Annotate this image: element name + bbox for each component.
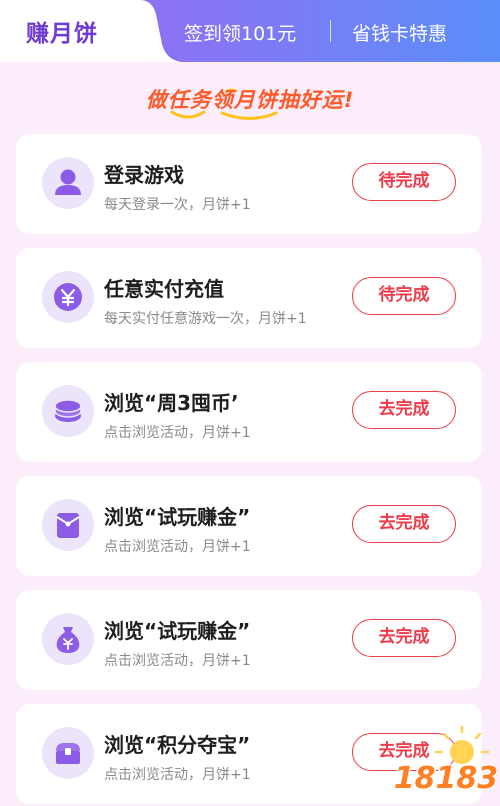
tab-earn-mooncake[interactable]: 赚月饼: [26, 14, 98, 48]
task-status-button[interactable]: 待完成: [352, 277, 456, 315]
task-status-button[interactable]: 待完成: [352, 163, 456, 201]
task-description: 点击浏览活动，月饼+1: [104, 767, 251, 783]
user-icon: [42, 157, 94, 209]
tab-signin-reward[interactable]: 签到领101元: [184, 19, 296, 46]
task-title: 浏览“试玩赚金”: [104, 505, 251, 529]
task-go-button[interactable]: 去完成: [352, 391, 456, 429]
task-card-recharge: 任意实付充值 每天实付任意游戏一次，月饼+1 待完成: [16, 248, 482, 348]
task-card-browse-trial: 浏览“试玩赚金” 点击浏览活动，月饼+1 去完成: [16, 476, 482, 576]
slogan-banner: 做任务领月饼抽好运!: [0, 82, 500, 122]
task-title: 登录游戏: [104, 163, 184, 187]
task-description: 点击浏览活动，月饼+1: [104, 653, 251, 669]
task-card-browse-coins: 浏览“周3囤币’ 点击浏览活动，月饼+1 去完成: [16, 362, 482, 462]
watermark-logo: 18183: [392, 726, 500, 798]
treasure-chest-icon: [42, 727, 94, 779]
task-title: 浏览“周3囤币’: [104, 391, 239, 415]
coin-stack-icon: [42, 385, 94, 437]
task-description: 点击浏览活动，月饼+1: [104, 425, 251, 441]
task-title: 浏览“试玩赚金”: [104, 619, 251, 643]
task-description: 点击浏览活动，月饼+1: [104, 539, 251, 555]
red-envelope-icon: [42, 499, 94, 551]
yen-coin-icon: [42, 271, 94, 323]
task-go-button[interactable]: 去完成: [352, 619, 456, 657]
money-bag-icon: [42, 613, 94, 665]
task-go-button[interactable]: 去完成: [352, 505, 456, 543]
tab-saving-card[interactable]: 省钱卡特惠: [352, 19, 447, 46]
task-card-login: 登录游戏 每天登录一次，月饼+1 待完成: [16, 134, 482, 234]
task-description: 每天实付任意游戏一次，月饼+1: [104, 311, 307, 327]
top-tab-bar: 赚月饼 签到领101元 省钱卡特惠: [0, 0, 500, 62]
tab-divider: [330, 20, 331, 42]
task-title: 任意实付充值: [104, 277, 224, 301]
svg-text:18183: 18183: [394, 761, 498, 796]
slogan-text: 做任务领月饼抽好运!: [145, 88, 355, 112]
task-description: 每天登录一次，月饼+1: [104, 197, 251, 213]
task-card-browse-trial-2: 浏览“试玩赚金” 点击浏览活动，月饼+1 去完成: [16, 590, 482, 690]
task-title: 浏览“积分夺宝”: [104, 733, 251, 757]
